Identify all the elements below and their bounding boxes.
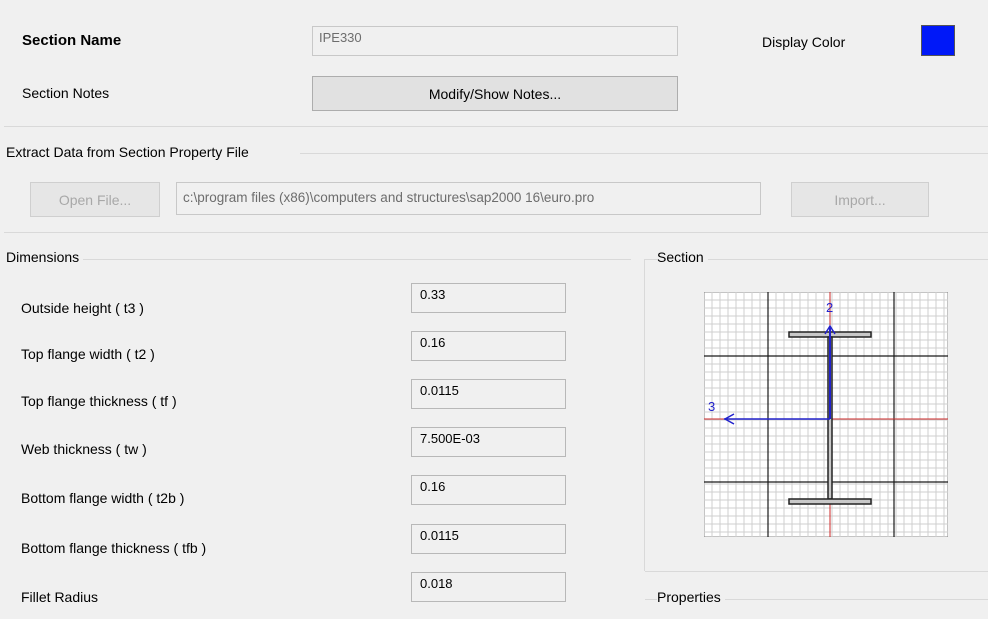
top-flange-width-input[interactable]: 0.16 xyxy=(411,331,566,361)
section-group-left-border xyxy=(644,259,645,571)
bottom-flange-width-input[interactable]: 0.16 xyxy=(411,475,566,505)
bottom-flange-thickness-label: Bottom flange thickness ( tfb ) xyxy=(21,540,207,556)
bottom-flange-thickness-input[interactable]: 0.0115 xyxy=(411,524,566,554)
open-file-button[interactable]: Open File... xyxy=(30,182,160,217)
section-group-title: Section xyxy=(657,249,708,265)
extract-group-title: Extract Data from Section Property File xyxy=(6,144,253,160)
section-group-bottom-border xyxy=(645,571,988,572)
extract-group-line xyxy=(300,153,988,154)
fillet-radius-label: Fillet Radius xyxy=(21,589,99,605)
properties-group-title: Properties xyxy=(657,589,725,605)
outside-height-input[interactable]: 0.33 xyxy=(411,283,566,313)
section-name-label: Section Name xyxy=(22,32,122,49)
file-path-field[interactable]: c:\program files (x86)\computers and str… xyxy=(176,182,761,215)
modify-show-notes-button[interactable]: Modify/Show Notes... xyxy=(312,76,678,111)
header-divider xyxy=(4,126,988,127)
display-color-label: Display Color xyxy=(762,34,846,50)
import-button[interactable]: Import... xyxy=(791,182,929,217)
bottom-flange-width-label: Bottom flange width ( t2b ) xyxy=(21,490,185,506)
display-color-swatch[interactable] xyxy=(921,25,955,56)
top-flange-width-label: Top flange width ( t2 ) xyxy=(21,346,155,362)
web-thickness-label: Web thickness ( tw ) xyxy=(21,441,147,457)
top-flange-thickness-label: Top flange thickness ( tf ) xyxy=(21,393,177,409)
dimensions-group-line xyxy=(6,259,631,260)
section-name-field[interactable]: IPE330 xyxy=(312,26,678,56)
top-flange-thickness-input[interactable]: 0.0115 xyxy=(411,379,566,409)
section-notes-label: Section Notes xyxy=(22,85,110,101)
web-thickness-input[interactable]: 7.500E-03 xyxy=(411,427,566,457)
fillet-radius-input[interactable]: 0.018 xyxy=(411,572,566,602)
axis-2-label: 2 xyxy=(826,300,833,315)
section-preview-canvas: 2 3 xyxy=(704,292,948,537)
dimensions-group-title: Dimensions xyxy=(6,249,84,265)
bottom-flange-shape xyxy=(788,498,872,505)
axis-3-label: 3 xyxy=(708,399,715,414)
extract-divider xyxy=(4,232,988,233)
outside-height-label: Outside height ( t3 ) xyxy=(21,300,144,316)
